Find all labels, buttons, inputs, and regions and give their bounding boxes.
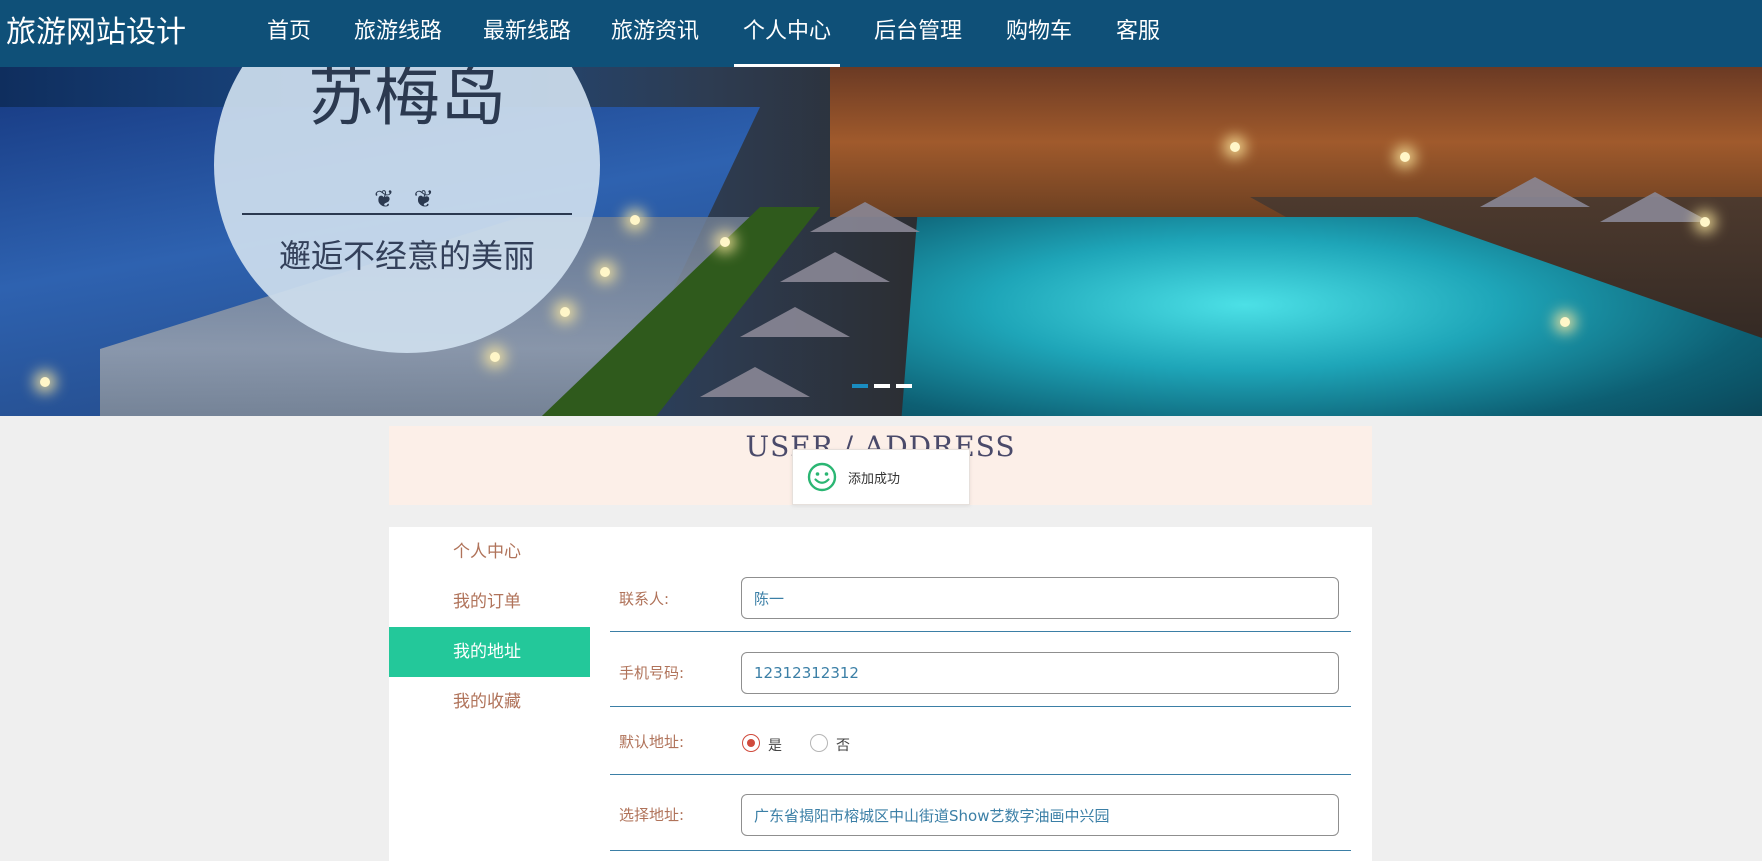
phone-input[interactable]	[741, 652, 1339, 694]
umbrella-shape	[700, 367, 810, 397]
nav-item-latest-routes[interactable]: 最新线路	[483, 0, 571, 67]
top-navbar: 旅游网站设计 首页 旅游线路 最新线路 旅游资讯 个人中心 后台管理 购物车 客…	[0, 0, 1762, 67]
lamp-light	[1400, 152, 1410, 162]
contact-row: 联系人:	[610, 527, 1351, 632]
sidebar-item-address[interactable]: 我的地址	[389, 627, 590, 677]
success-toast: 添加成功	[792, 449, 970, 505]
lamp-light	[1560, 317, 1570, 327]
phone-row: 手机号码:	[610, 632, 1351, 707]
sidebar-item-label: 我的订单	[453, 592, 521, 612]
umbrella-shape	[780, 252, 890, 282]
site-brand[interactable]: 旅游网站设计	[6, 13, 186, 53]
sidebar-item-user-center[interactable]: 个人中心	[389, 527, 590, 577]
toast-message: 添加成功	[848, 472, 901, 487]
lamp-light	[1230, 142, 1240, 152]
address-input[interactable]	[741, 794, 1339, 836]
default-address-row: 默认地址: 是 否	[610, 707, 1351, 775]
carousel-dot-2[interactable]	[874, 384, 890, 388]
nav-item-home[interactable]: 首页	[267, 0, 311, 67]
default-no-label[interactable]: 否	[836, 735, 850, 755]
nav-item-news[interactable]: 旅游资讯	[611, 0, 699, 67]
lamp-light	[1700, 217, 1710, 227]
lamp-light	[600, 267, 610, 277]
lamp-light	[40, 377, 50, 387]
banner-carousel[interactable]: 苏梅岛 ❦ ❦ 邂逅不经意的美丽	[0, 67, 1762, 416]
address-label: 选择地址:	[619, 806, 685, 824]
banner-seal-subtitle: 邂逅不经意的美丽	[278, 237, 535, 275]
nav-item-user-center[interactable]: 个人中心	[733, 0, 841, 67]
default-yes-label[interactable]: 是	[768, 735, 782, 755]
banner-seal-title: 苏梅岛	[308, 67, 506, 135]
phone-label: 手机号码:	[619, 664, 685, 682]
carousel-dot-3[interactable]	[896, 384, 912, 388]
address-row: 选择地址:	[610, 775, 1351, 851]
lamp-light	[560, 307, 570, 317]
sidebar-item-favorites[interactable]: 我的收藏	[389, 677, 590, 727]
lamp-light	[630, 215, 640, 225]
sidebar-item-orders[interactable]: 我的订单	[389, 577, 590, 627]
nav-item-routes[interactable]: 旅游线路	[354, 0, 442, 67]
ornament-icon: ❦ ❦	[374, 185, 440, 213]
nav-item-cart[interactable]: 购物车	[1006, 0, 1072, 67]
address-panel: 个人中心 我的订单 我的地址 我的收藏 联系人: 手机号码: 默认地址: 是 否…	[389, 527, 1372, 861]
default-yes-radio[interactable]	[742, 734, 760, 752]
nav-item-admin[interactable]: 后台管理	[874, 0, 962, 67]
smile-icon	[807, 462, 837, 492]
contact-input[interactable]	[741, 577, 1339, 619]
default-no-radio[interactable]	[810, 734, 828, 752]
lamp-light	[490, 352, 500, 362]
contact-label: 联系人:	[619, 590, 670, 608]
nav-item-service[interactable]: 客服	[1116, 0, 1160, 67]
sidebar-item-label: 我的收藏	[453, 692, 521, 712]
lamp-light	[720, 237, 730, 247]
default-address-label: 默认地址:	[619, 733, 685, 751]
sidebar-item-label: 个人中心	[453, 542, 521, 562]
seal-divider	[242, 213, 572, 215]
sidebar-item-label: 我的地址	[453, 642, 521, 662]
carousel-dot-1[interactable]	[852, 384, 868, 388]
banner-resort-buildings	[830, 67, 1762, 217]
umbrella-shape	[740, 307, 850, 337]
